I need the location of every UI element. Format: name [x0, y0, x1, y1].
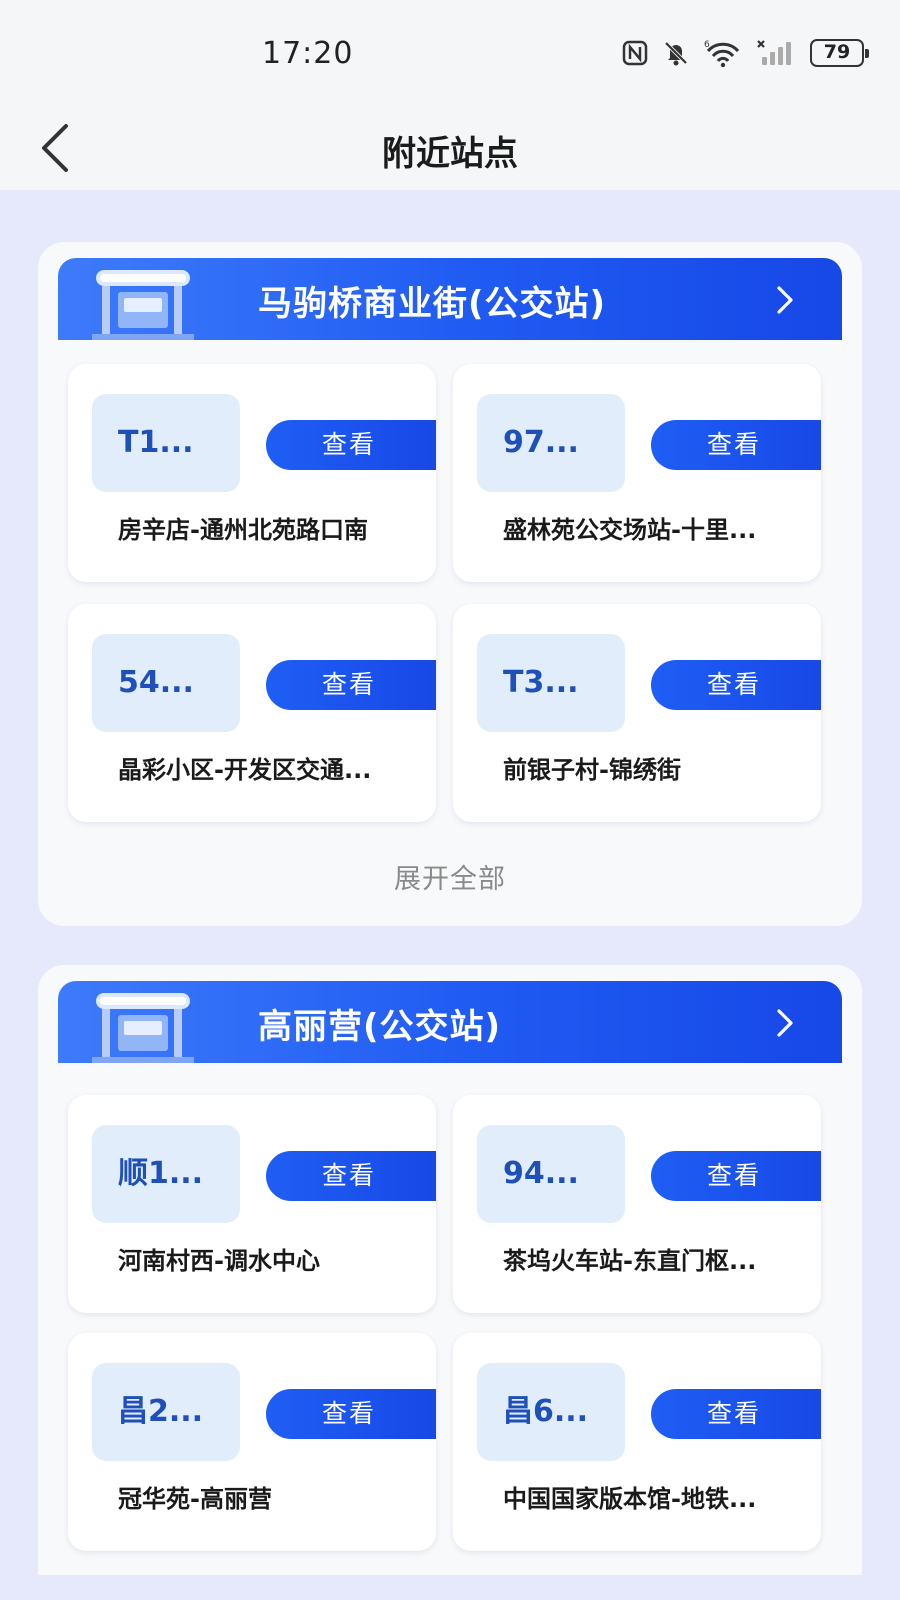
station-card: 马驹桥商业街(公交站) T1... 查看 房辛店-通州北苑路口南 97... 查… [38, 242, 862, 926]
route-card[interactable]: 顺1... 查看 河南村西-调水中心 [68, 1095, 436, 1313]
route-card[interactable]: T3... 查看 前银子村-锦绣街 [453, 604, 821, 822]
route-direction: 房辛店-通州北苑路口南 [118, 516, 368, 544]
station-card: 高丽营(公交站) 顺1... 查看 河南村西-调水中心 94... 查看 茶坞火… [38, 965, 862, 1575]
chevron-right-icon [777, 1009, 793, 1037]
route-card[interactable]: 54... 查看 晶彩小区-开发区交通... [68, 604, 436, 822]
view-button[interactable]: 查看 [651, 420, 821, 470]
status-bar: 17:20 6 79 [0, 0, 900, 110]
route-direction: 中国国家版本馆-地铁... [503, 1485, 757, 1513]
route-line-badge: 97... [477, 394, 625, 492]
expand-all-button[interactable]: 展开全部 [38, 857, 862, 896]
bus-stop-icon [92, 270, 194, 340]
route-line-badge: 顺1... [92, 1125, 240, 1223]
view-button[interactable]: 查看 [651, 1151, 821, 1201]
route-line-badge: 54... [92, 634, 240, 732]
station-name: 马驹桥商业街(公交站) [258, 284, 607, 324]
station-header[interactable]: 马驹桥商业街(公交站) [58, 258, 842, 340]
route-card[interactable]: T1... 查看 房辛店-通州北苑路口南 [68, 364, 436, 582]
view-button[interactable]: 查看 [651, 1389, 821, 1439]
route-card[interactable]: 97... 查看 盛林苑公交场站-十里... [453, 364, 821, 582]
route-direction: 河南村西-调水中心 [118, 1247, 320, 1275]
view-button[interactable]: 查看 [266, 420, 436, 470]
station-header[interactable]: 高丽营(公交站) [58, 981, 842, 1063]
route-line-badge: 94... [477, 1125, 625, 1223]
route-line-badge: 昌6... [477, 1363, 625, 1461]
route-direction: 晶彩小区-开发区交通... [118, 756, 372, 784]
battery-icon: 79 [810, 39, 869, 67]
page-title: 附近站点 [382, 134, 518, 174]
route-direction: 冠华苑-高丽营 [118, 1485, 272, 1513]
route-card[interactable]: 94... 查看 茶坞火车站-东直门枢... [453, 1095, 821, 1313]
nav-bar: 附近站点 [0, 110, 900, 190]
bus-stop-icon [92, 993, 194, 1063]
signal-icon [757, 40, 791, 65]
mute-icon [664, 41, 688, 66]
route-line-badge: 昌2... [92, 1363, 240, 1461]
route-direction: 茶坞火车站-东直门枢... [503, 1247, 757, 1275]
status-time: 17:20 [262, 36, 354, 71]
status-icons: 6 79 [622, 38, 869, 68]
route-card[interactable]: 昌2... 查看 冠华苑-高丽营 [68, 1333, 436, 1551]
chevron-right-icon [777, 286, 793, 314]
nfc-icon [622, 40, 648, 66]
station-name: 高丽营(公交站) [258, 1007, 502, 1047]
route-direction: 盛林苑公交场站-十里... [503, 516, 757, 544]
view-button[interactable]: 查看 [266, 660, 436, 710]
route-card[interactable]: 昌6... 查看 中国国家版本馆-地铁... [453, 1333, 821, 1551]
wifi-icon: 6 [704, 40, 740, 68]
view-button[interactable]: 查看 [651, 660, 821, 710]
route-line-badge: T1... [92, 394, 240, 492]
view-button[interactable]: 查看 [266, 1151, 436, 1201]
route-line-badge: T3... [477, 634, 625, 732]
view-button[interactable]: 查看 [266, 1389, 436, 1439]
route-direction: 前银子村-锦绣街 [503, 756, 681, 784]
